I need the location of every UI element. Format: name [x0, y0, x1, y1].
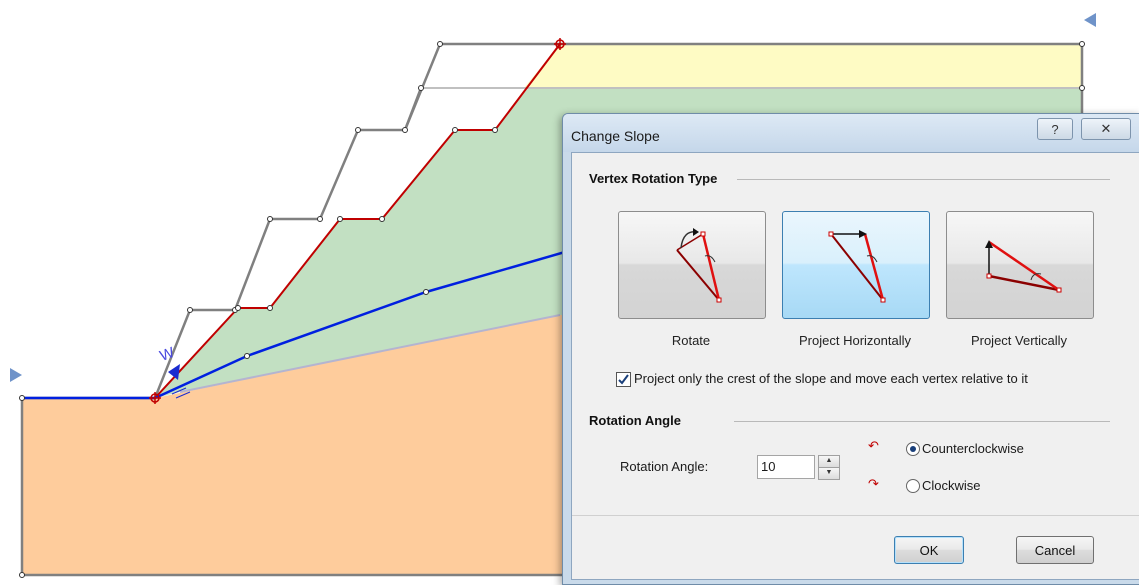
checkmark-icon	[618, 374, 629, 385]
project-vertically-icon	[985, 240, 1062, 293]
rotate-option-button[interactable]	[618, 211, 766, 319]
left-boundary-arrow-icon	[10, 368, 22, 382]
project-vertically-option-button[interactable]	[946, 211, 1094, 319]
help-icon: ?	[1051, 121, 1059, 137]
project-horizontally-option-label: Project Horizontally	[799, 333, 911, 348]
ok-button[interactable]: OK	[894, 536, 964, 564]
rotation-angle-spinner: ▲ ▼	[818, 455, 840, 480]
rotation-angle-input[interactable]: 10	[757, 455, 815, 479]
counterclockwise-icon: ↶	[868, 438, 879, 453]
close-icon: ✕	[1100, 121, 1112, 136]
vertex-rotation-type-heading: Vertex Rotation Type	[589, 171, 718, 186]
section-divider	[737, 179, 1110, 180]
dialog-title: Change Slope	[571, 128, 660, 144]
upper-material-region	[524, 44, 1082, 88]
project-horizontally-option-button[interactable]	[782, 211, 930, 319]
footer-divider	[572, 515, 1139, 516]
close-button[interactable]: ✕	[1081, 118, 1131, 140]
crest-only-checkbox[interactable]	[616, 372, 631, 387]
rotation-angle-label: Rotation Angle:	[620, 459, 709, 474]
counterclockwise-radio[interactable]	[906, 442, 920, 456]
clockwise-label: Clockwise	[922, 478, 981, 493]
change-slope-dialog: Change Slope ? ✕ Vertex Rotation Type Ro…	[562, 113, 1139, 585]
cancel-button[interactable]: Cancel	[1016, 536, 1094, 564]
original-slope-step	[403, 87, 423, 131]
rotate-icon	[676, 228, 722, 303]
clockwise-radio[interactable]	[906, 479, 920, 493]
section-divider	[734, 421, 1110, 422]
project-vertically-option-label: Project Vertically	[970, 333, 1068, 348]
dialog-titlebar[interactable]: Change Slope ? ✕	[563, 114, 1139, 152]
rotate-option-label: Rotate	[671, 333, 711, 348]
help-button[interactable]: ?	[1037, 118, 1073, 140]
rotation-angle-heading: Rotation Angle	[589, 413, 681, 428]
right-boundary-arrow-icon	[1084, 13, 1096, 27]
spin-down-button[interactable]: ▼	[818, 467, 840, 480]
counterclockwise-label: Counterclockwise	[922, 441, 1024, 456]
project-horizontally-icon	[828, 230, 886, 303]
crest-only-label: Project only the crest of the slope and …	[634, 371, 1028, 386]
clockwise-icon: ↷	[868, 476, 879, 491]
dialog-body: Vertex Rotation Type Rotate Project Hori…	[571, 152, 1139, 580]
